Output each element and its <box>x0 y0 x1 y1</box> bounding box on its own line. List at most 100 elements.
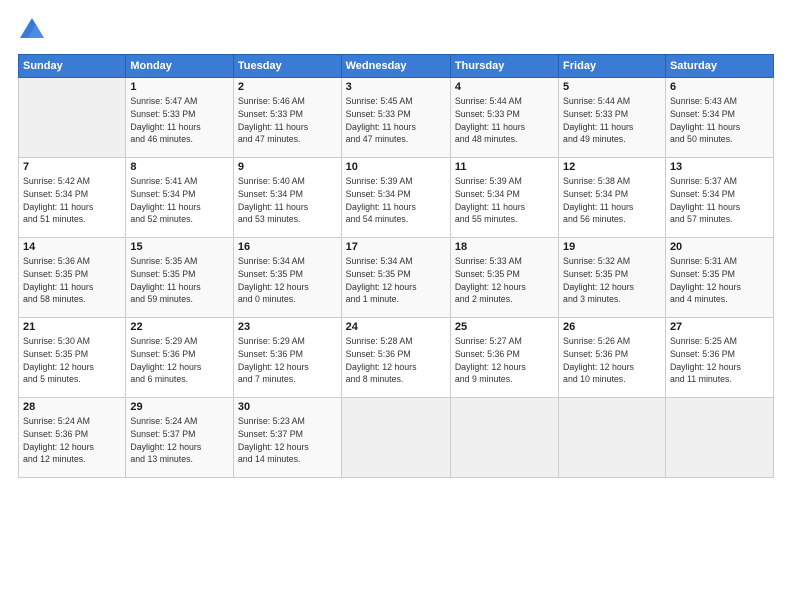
day-number: 7 <box>23 161 121 173</box>
calendar-cell: 3 Sunrise: 5:45 AM Sunset: 5:33 PM Daylig… <box>341 78 450 158</box>
day-number: 17 <box>346 241 446 253</box>
weekday-header-sunday: Sunday <box>19 55 126 78</box>
day-info: Sunrise: 5:40 AM Sunset: 5:34 PM Dayligh… <box>238 175 337 226</box>
day-info: Sunrise: 5:37 AM Sunset: 5:34 PM Dayligh… <box>670 175 769 226</box>
day-number: 15 <box>130 241 229 253</box>
calendar-cell: 2 Sunrise: 5:46 AM Sunset: 5:33 PM Daylig… <box>233 78 341 158</box>
calendar-cell: 7 Sunrise: 5:42 AM Sunset: 5:34 PM Daylig… <box>19 158 126 238</box>
week-row-4: 21Sunrise: 5:30 AM Sunset: 5:35 PM Dayli… <box>19 318 774 398</box>
day-number: 23 <box>238 321 337 333</box>
day-number: 2 <box>238 81 337 93</box>
day-number: 27 <box>670 321 769 333</box>
day-info: Sunrise: 5:39 AM Sunset: 5:34 PM Dayligh… <box>346 175 446 226</box>
day-info: Sunrise: 5:31 AM Sunset: 5:35 PM Dayligh… <box>670 255 769 306</box>
calendar-cell: 21Sunrise: 5:30 AM Sunset: 5:35 PM Dayli… <box>19 318 126 398</box>
calendar-cell: 16 Sunrise: 5:34 AM Sunset: 5:35 PM Dayli… <box>233 238 341 318</box>
day-number: 4 <box>455 81 554 93</box>
calendar-cell: 30Sunrise: 5:23 AM Sunset: 5:37 PM Dayli… <box>233 398 341 478</box>
day-number: 12 <box>563 161 661 173</box>
calendar-cell: 10 Sunrise: 5:39 AM Sunset: 5:34 PM Dayli… <box>341 158 450 238</box>
calendar-cell: 19 Sunrise: 5:32 AM Sunset: 5:35 PM Dayli… <box>559 238 666 318</box>
calendar-cell <box>559 398 666 478</box>
day-info: Sunrise: 5:32 AM Sunset: 5:35 PM Dayligh… <box>563 255 661 306</box>
day-number: 11 <box>455 161 554 173</box>
day-number: 30 <box>238 401 337 413</box>
week-row-5: 28 Sunrise: 5:24 AM Sunset: 5:36 PM Dayli… <box>19 398 774 478</box>
day-number: 18 <box>455 241 554 253</box>
calendar-cell: 27 Sunrise: 5:25 AM Sunset: 5:36 PM Dayli… <box>665 318 773 398</box>
calendar-cell <box>665 398 773 478</box>
day-info: Sunrise: 5:41 AM Sunset: 5:34 PM Dayligh… <box>130 175 229 226</box>
weekday-header-tuesday: Tuesday <box>233 55 341 78</box>
week-row-3: 14Sunrise: 5:36 AM Sunset: 5:35 PM Dayli… <box>19 238 774 318</box>
day-info: Sunrise: 5:42 AM Sunset: 5:34 PM Dayligh… <box>23 175 121 226</box>
day-number: 10 <box>346 161 446 173</box>
calendar-cell: 13 Sunrise: 5:37 AM Sunset: 5:34 PM Dayli… <box>665 158 773 238</box>
logo <box>18 16 50 44</box>
day-info: Sunrise: 5:43 AM Sunset: 5:34 PM Dayligh… <box>670 95 769 146</box>
day-info: Sunrise: 5:34 AM Sunset: 5:35 PM Dayligh… <box>346 255 446 306</box>
day-number: 1 <box>130 81 229 93</box>
calendar-cell: 20 Sunrise: 5:31 AM Sunset: 5:35 PM Dayli… <box>665 238 773 318</box>
day-number: 29 <box>130 401 229 413</box>
day-number: 22 <box>130 321 229 333</box>
day-number: 26 <box>563 321 661 333</box>
calendar-cell: 5Sunrise: 5:44 AM Sunset: 5:33 PM Daylig… <box>559 78 666 158</box>
calendar-cell: 6 Sunrise: 5:43 AM Sunset: 5:34 PM Daylig… <box>665 78 773 158</box>
day-info: Sunrise: 5:25 AM Sunset: 5:36 PM Dayligh… <box>670 335 769 386</box>
weekday-header-row: SundayMondayTuesdayWednesdayThursdayFrid… <box>19 55 774 78</box>
calendar-cell: 12 Sunrise: 5:38 AM Sunset: 5:34 PM Dayli… <box>559 158 666 238</box>
day-info: Sunrise: 5:24 AM Sunset: 5:36 PM Dayligh… <box>23 415 121 466</box>
weekday-header-thursday: Thursday <box>450 55 558 78</box>
day-info: Sunrise: 5:44 AM Sunset: 5:33 PM Dayligh… <box>455 95 554 146</box>
day-number: 16 <box>238 241 337 253</box>
calendar-cell: 8 Sunrise: 5:41 AM Sunset: 5:34 PM Daylig… <box>126 158 234 238</box>
day-info: Sunrise: 5:33 AM Sunset: 5:35 PM Dayligh… <box>455 255 554 306</box>
calendar-cell: 9 Sunrise: 5:40 AM Sunset: 5:34 PM Daylig… <box>233 158 341 238</box>
day-number: 28 <box>23 401 121 413</box>
day-number: 3 <box>346 81 446 93</box>
calendar-cell: 4 Sunrise: 5:44 AM Sunset: 5:33 PM Daylig… <box>450 78 558 158</box>
day-info: Sunrise: 5:27 AM Sunset: 5:36 PM Dayligh… <box>455 335 554 386</box>
day-number: 24 <box>346 321 446 333</box>
calendar-cell: 22 Sunrise: 5:29 AM Sunset: 5:36 PM Dayli… <box>126 318 234 398</box>
day-info: Sunrise: 5:29 AM Sunset: 5:36 PM Dayligh… <box>130 335 229 386</box>
calendar-cell: 29Sunrise: 5:24 AM Sunset: 5:37 PM Dayli… <box>126 398 234 478</box>
day-number: 9 <box>238 161 337 173</box>
calendar-cell: 26 Sunrise: 5:26 AM Sunset: 5:36 PM Dayli… <box>559 318 666 398</box>
day-number: 20 <box>670 241 769 253</box>
header <box>18 16 774 44</box>
day-number: 6 <box>670 81 769 93</box>
calendar-cell: 11 Sunrise: 5:39 AM Sunset: 5:34 PM Dayli… <box>450 158 558 238</box>
weekday-header-friday: Friday <box>559 55 666 78</box>
calendar-cell: 17 Sunrise: 5:34 AM Sunset: 5:35 PM Dayli… <box>341 238 450 318</box>
day-info: Sunrise: 5:34 AM Sunset: 5:35 PM Dayligh… <box>238 255 337 306</box>
day-info: Sunrise: 5:29 AM Sunset: 5:36 PM Dayligh… <box>238 335 337 386</box>
week-row-2: 7 Sunrise: 5:42 AM Sunset: 5:34 PM Daylig… <box>19 158 774 238</box>
day-number: 13 <box>670 161 769 173</box>
day-number: 19 <box>563 241 661 253</box>
week-row-1: 1 Sunrise: 5:47 AM Sunset: 5:33 PM Daylig… <box>19 78 774 158</box>
page: SundayMondayTuesdayWednesdayThursdayFrid… <box>0 0 792 612</box>
day-number: 8 <box>130 161 229 173</box>
calendar-cell: 15 Sunrise: 5:35 AM Sunset: 5:35 PM Dayli… <box>126 238 234 318</box>
day-info: Sunrise: 5:28 AM Sunset: 5:36 PM Dayligh… <box>346 335 446 386</box>
day-info: Sunrise: 5:44 AM Sunset: 5:33 PM Dayligh… <box>563 95 661 146</box>
day-info: Sunrise: 5:26 AM Sunset: 5:36 PM Dayligh… <box>563 335 661 386</box>
day-info: Sunrise: 5:45 AM Sunset: 5:33 PM Dayligh… <box>346 95 446 146</box>
calendar-cell: 28 Sunrise: 5:24 AM Sunset: 5:36 PM Dayli… <box>19 398 126 478</box>
calendar-cell <box>19 78 126 158</box>
weekday-header-saturday: Saturday <box>665 55 773 78</box>
day-info: Sunrise: 5:47 AM Sunset: 5:33 PM Dayligh… <box>130 95 229 146</box>
day-info: Sunrise: 5:35 AM Sunset: 5:35 PM Dayligh… <box>130 255 229 306</box>
day-info: Sunrise: 5:30 AM Sunset: 5:35 PM Dayligh… <box>23 335 121 386</box>
day-info: Sunrise: 5:39 AM Sunset: 5:34 PM Dayligh… <box>455 175 554 226</box>
calendar-cell: 24 Sunrise: 5:28 AM Sunset: 5:36 PM Dayli… <box>341 318 450 398</box>
day-info: Sunrise: 5:46 AM Sunset: 5:33 PM Dayligh… <box>238 95 337 146</box>
calendar-cell: 23 Sunrise: 5:29 AM Sunset: 5:36 PM Dayli… <box>233 318 341 398</box>
day-info: Sunrise: 5:38 AM Sunset: 5:34 PM Dayligh… <box>563 175 661 226</box>
day-info: Sunrise: 5:36 AM Sunset: 5:35 PM Dayligh… <box>23 255 121 306</box>
calendar-cell <box>341 398 450 478</box>
calendar-cell: 1 Sunrise: 5:47 AM Sunset: 5:33 PM Daylig… <box>126 78 234 158</box>
calendar-cell <box>450 398 558 478</box>
